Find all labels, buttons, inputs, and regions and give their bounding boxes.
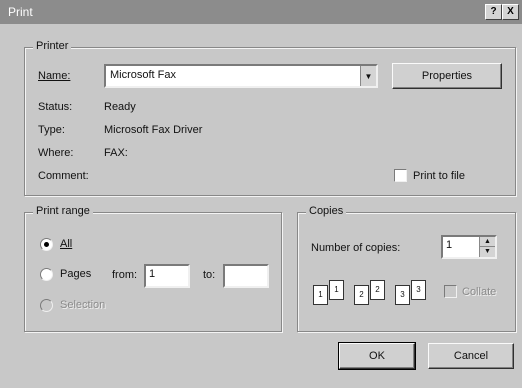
close-icon: X [507, 6, 514, 17]
spin-up-icon[interactable]: ▲ [480, 237, 495, 247]
number-of-copies-label: Number of copies: [311, 242, 401, 254]
spin-down-icon[interactable]: ▼ [480, 247, 495, 257]
copies-group: Copies [297, 205, 516, 332]
where-label: Where: [38, 147, 74, 159]
status-label: Status: [38, 101, 73, 113]
copies-value: 1 [446, 239, 453, 251]
properties-button-label: Properties [421, 70, 473, 82]
printer-name-select[interactable]: Microsoft Fax ▼ [104, 64, 378, 88]
spinner-buttons[interactable]: ▲ ▼ [479, 237, 495, 257]
where-value: FAX: [104, 147, 128, 159]
status-value: Ready [104, 101, 136, 113]
title-bar: Print ? X [0, 0, 522, 24]
copies-group-label: Copies [306, 205, 347, 217]
printer-group-label: Printer [33, 40, 72, 52]
from-input[interactable]: 1 [144, 264, 190, 288]
cancel-button[interactable]: Cancel [428, 343, 514, 369]
to-input[interactable] [223, 264, 269, 288]
properties-button[interactable]: Properties [392, 63, 502, 89]
print-to-file-label[interactable]: Print to file [413, 170, 465, 182]
from-value: 1 [149, 268, 156, 280]
collate-label: Collate [462, 286, 497, 298]
chevron-down-icon[interactable]: ▼ [360, 66, 376, 86]
copies-spinner[interactable]: 1 ▲ ▼ [441, 235, 497, 259]
pages-label[interactable]: Pages [60, 268, 91, 280]
all-label[interactable]: All [60, 238, 72, 250]
help-button[interactable]: ? [485, 4, 502, 20]
ok-button[interactable]: OK [338, 342, 416, 370]
print-range-group-label: Print range [33, 205, 93, 217]
pages-radio[interactable] [40, 268, 53, 281]
selection-radio [40, 299, 53, 312]
type-label: Type: [38, 124, 65, 136]
collate-checkbox [444, 285, 457, 298]
all-radio[interactable] [40, 238, 53, 251]
name-label: Name: [38, 70, 71, 82]
comment-label: Comment: [38, 170, 89, 182]
window-title: Print [8, 5, 33, 19]
to-label: to: [203, 269, 216, 281]
close-button[interactable]: X [502, 4, 519, 20]
print-to-file-checkbox[interactable] [394, 169, 407, 182]
ok-button-label: OK [369, 350, 385, 362]
printer-name-value: Microsoft Fax [110, 69, 177, 81]
help-icon: ? [490, 6, 497, 17]
from-label: from: [112, 269, 138, 281]
type-value: Microsoft Fax Driver [104, 124, 203, 136]
selection-label: Selection [60, 299, 106, 311]
cancel-button-label: Cancel [453, 350, 489, 362]
